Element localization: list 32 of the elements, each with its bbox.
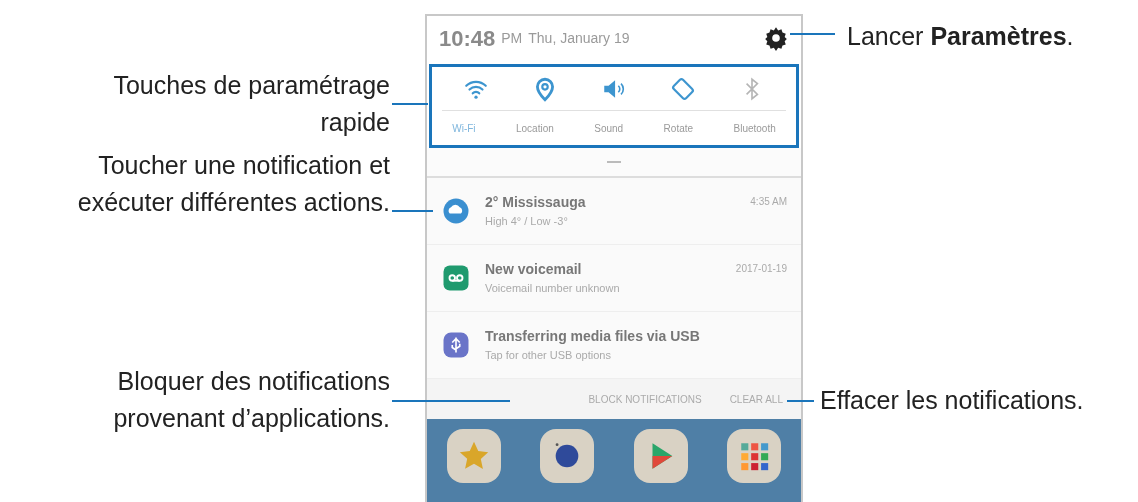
settings-icon[interactable]: [763, 25, 789, 51]
callout-text: Toucher une notification et exécuter différentes actions.: [77, 150, 390, 218]
tile-label[interactable]: Rotate: [663, 120, 694, 136]
notification-title: Transferring media files via USB: [485, 327, 701, 347]
notification-time: 4:35 AM: [750, 195, 787, 209]
tile-label[interactable]: Bluetooth: [733, 120, 776, 136]
tile-label[interactable]: Sound: [594, 120, 624, 136]
notification-item[interactable]: 2° Mississauga High 4° / Low -3° 4:35 AM: [427, 178, 801, 245]
rotation-icon[interactable]: [669, 75, 696, 102]
notification-item[interactable]: New voicemail Voicemail number unknown 2017-01-19: [427, 245, 801, 312]
notification-text: High 4° / Low -3°: [485, 214, 569, 230]
tile-label[interactable]: Wi-Fi: [452, 120, 476, 136]
callout-text: Bloquer des notifications provenant d’applications.: [113, 366, 390, 434]
notification-time: 2017-01-19: [735, 262, 787, 276]
notification-text: Voicemail number unknown: [485, 281, 621, 297]
notification-action[interactable]: BLOCK NOTIFICATIONS: [586, 389, 704, 409]
leader-line: [392, 210, 433, 212]
leader-line: [787, 400, 814, 402]
clock-time: 10:48: [439, 24, 496, 53]
notification-action[interactable]: CLEAR ALL: [727, 389, 785, 409]
clock-period: PM: [501, 28, 523, 48]
callout-text: Lancer Paramètres.: [847, 21, 1074, 52]
notification-text: Tap for other USB options: [485, 348, 612, 364]
date-text: Thu, January 19: [528, 28, 631, 48]
notification-title: New voicemail: [485, 260, 583, 280]
notification-item[interactable]: Transferring media files via USB Tap for other USB options: [427, 312, 801, 379]
tile-label[interactable]: Location: [516, 120, 554, 136]
notification-title: 2° Mississauga: [485, 193, 587, 213]
leader-line: [790, 33, 835, 35]
panel-handle[interactable]: [607, 161, 621, 163]
callout-text: Effacer les notifications.: [820, 385, 1084, 416]
callout-text: Touches de paramétrage rapide: [113, 70, 390, 138]
